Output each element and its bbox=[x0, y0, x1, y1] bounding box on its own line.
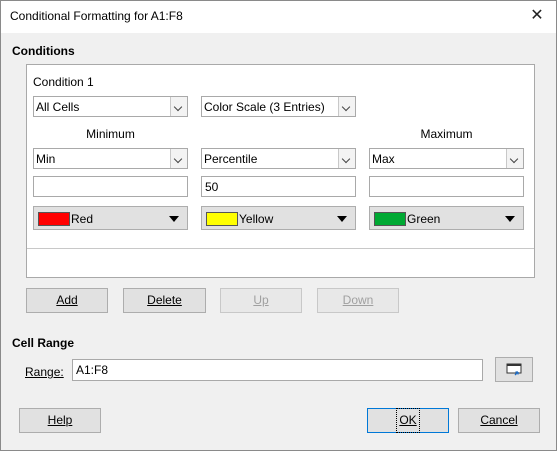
shrink-button[interactable] bbox=[495, 357, 533, 382]
close-icon[interactable]: ✕ bbox=[524, 4, 550, 28]
min-mode-value: Min bbox=[36, 152, 56, 166]
down-label: Down bbox=[342, 293, 374, 307]
mid-value-input[interactable]: 50 bbox=[201, 176, 356, 197]
mid-color-name: Yellow bbox=[239, 212, 274, 226]
chevron-down-icon[interactable] bbox=[338, 149, 355, 168]
conditions-heading: Conditions bbox=[12, 44, 75, 58]
dropdown-triangle-icon bbox=[505, 216, 515, 222]
mid-mode-value: Percentile bbox=[204, 152, 258, 166]
help-button[interactable]: Help bbox=[19, 408, 101, 433]
min-color-name: Red bbox=[71, 212, 94, 226]
range-input[interactable]: A1:F8 bbox=[72, 359, 483, 381]
condition-heading: Condition 1 bbox=[33, 75, 94, 89]
applies-to-select[interactable]: All Cells bbox=[33, 96, 188, 117]
dialog-title: Conditional Formatting for A1:F8 bbox=[10, 9, 183, 23]
delete-label: Delete bbox=[147, 293, 182, 307]
help-label: Help bbox=[47, 413, 73, 427]
cancel-label: Cancel bbox=[480, 413, 518, 427]
max-mode-value: Max bbox=[372, 152, 395, 166]
cell-range-heading: Cell Range bbox=[12, 336, 75, 350]
ok-button[interactable]: OK bbox=[367, 408, 449, 433]
range-label: Range: bbox=[25, 365, 64, 379]
up-label: Up bbox=[253, 293, 269, 307]
format-type-value: Color Scale (3 Entries) bbox=[204, 100, 325, 114]
add-label: Add bbox=[56, 293, 78, 307]
shrink-icon bbox=[506, 363, 522, 376]
delete-button[interactable]: Delete bbox=[123, 288, 206, 313]
max-value-input[interactable] bbox=[369, 176, 524, 197]
ok-label: OK bbox=[396, 408, 420, 433]
dropdown-triangle-icon bbox=[169, 216, 179, 222]
condition-entry: Condition 1 All Cells Color Scale (3 Ent… bbox=[27, 65, 534, 249]
title-bar: Conditional Formatting for A1:F8 ✕ bbox=[1, 1, 556, 33]
min-mode-select[interactable]: Min bbox=[33, 148, 188, 169]
range-value: A1:F8 bbox=[76, 363, 109, 377]
chevron-down-icon[interactable] bbox=[170, 149, 187, 168]
mid-mode-select[interactable]: Percentile bbox=[201, 148, 356, 169]
minimum-label: Minimum bbox=[86, 127, 135, 141]
chevron-down-icon[interactable] bbox=[170, 97, 187, 116]
add-button[interactable]: Add bbox=[26, 288, 108, 313]
up-button[interactable]: Up bbox=[220, 288, 302, 313]
applies-to-value: All Cells bbox=[36, 100, 80, 114]
chevron-down-icon[interactable] bbox=[506, 149, 523, 168]
dialog-window: Conditional Formatting for A1:F8 ✕ Condi… bbox=[0, 0, 557, 451]
max-mode-select[interactable]: Max bbox=[369, 148, 524, 169]
red-swatch bbox=[38, 212, 70, 226]
dropdown-triangle-icon bbox=[337, 216, 347, 222]
down-button[interactable]: Down bbox=[317, 288, 399, 313]
min-value-input[interactable] bbox=[33, 176, 188, 197]
conditions-list: Condition 1 All Cells Color Scale (3 Ent… bbox=[26, 64, 535, 278]
green-swatch bbox=[374, 212, 406, 226]
cancel-button[interactable]: Cancel bbox=[458, 408, 540, 433]
max-color-picker[interactable]: Green bbox=[369, 206, 524, 230]
range-label-text: Range: bbox=[25, 365, 64, 379]
yellow-swatch bbox=[206, 212, 238, 226]
format-type-select[interactable]: Color Scale (3 Entries) bbox=[201, 96, 356, 117]
maximum-label: Maximum bbox=[420, 127, 473, 141]
min-color-picker[interactable]: Red bbox=[33, 206, 188, 230]
chevron-down-icon[interactable] bbox=[338, 97, 355, 116]
mid-color-picker[interactable]: Yellow bbox=[201, 206, 356, 230]
mid-value-text: 50 bbox=[205, 180, 219, 194]
max-color-name: Green bbox=[407, 212, 441, 226]
